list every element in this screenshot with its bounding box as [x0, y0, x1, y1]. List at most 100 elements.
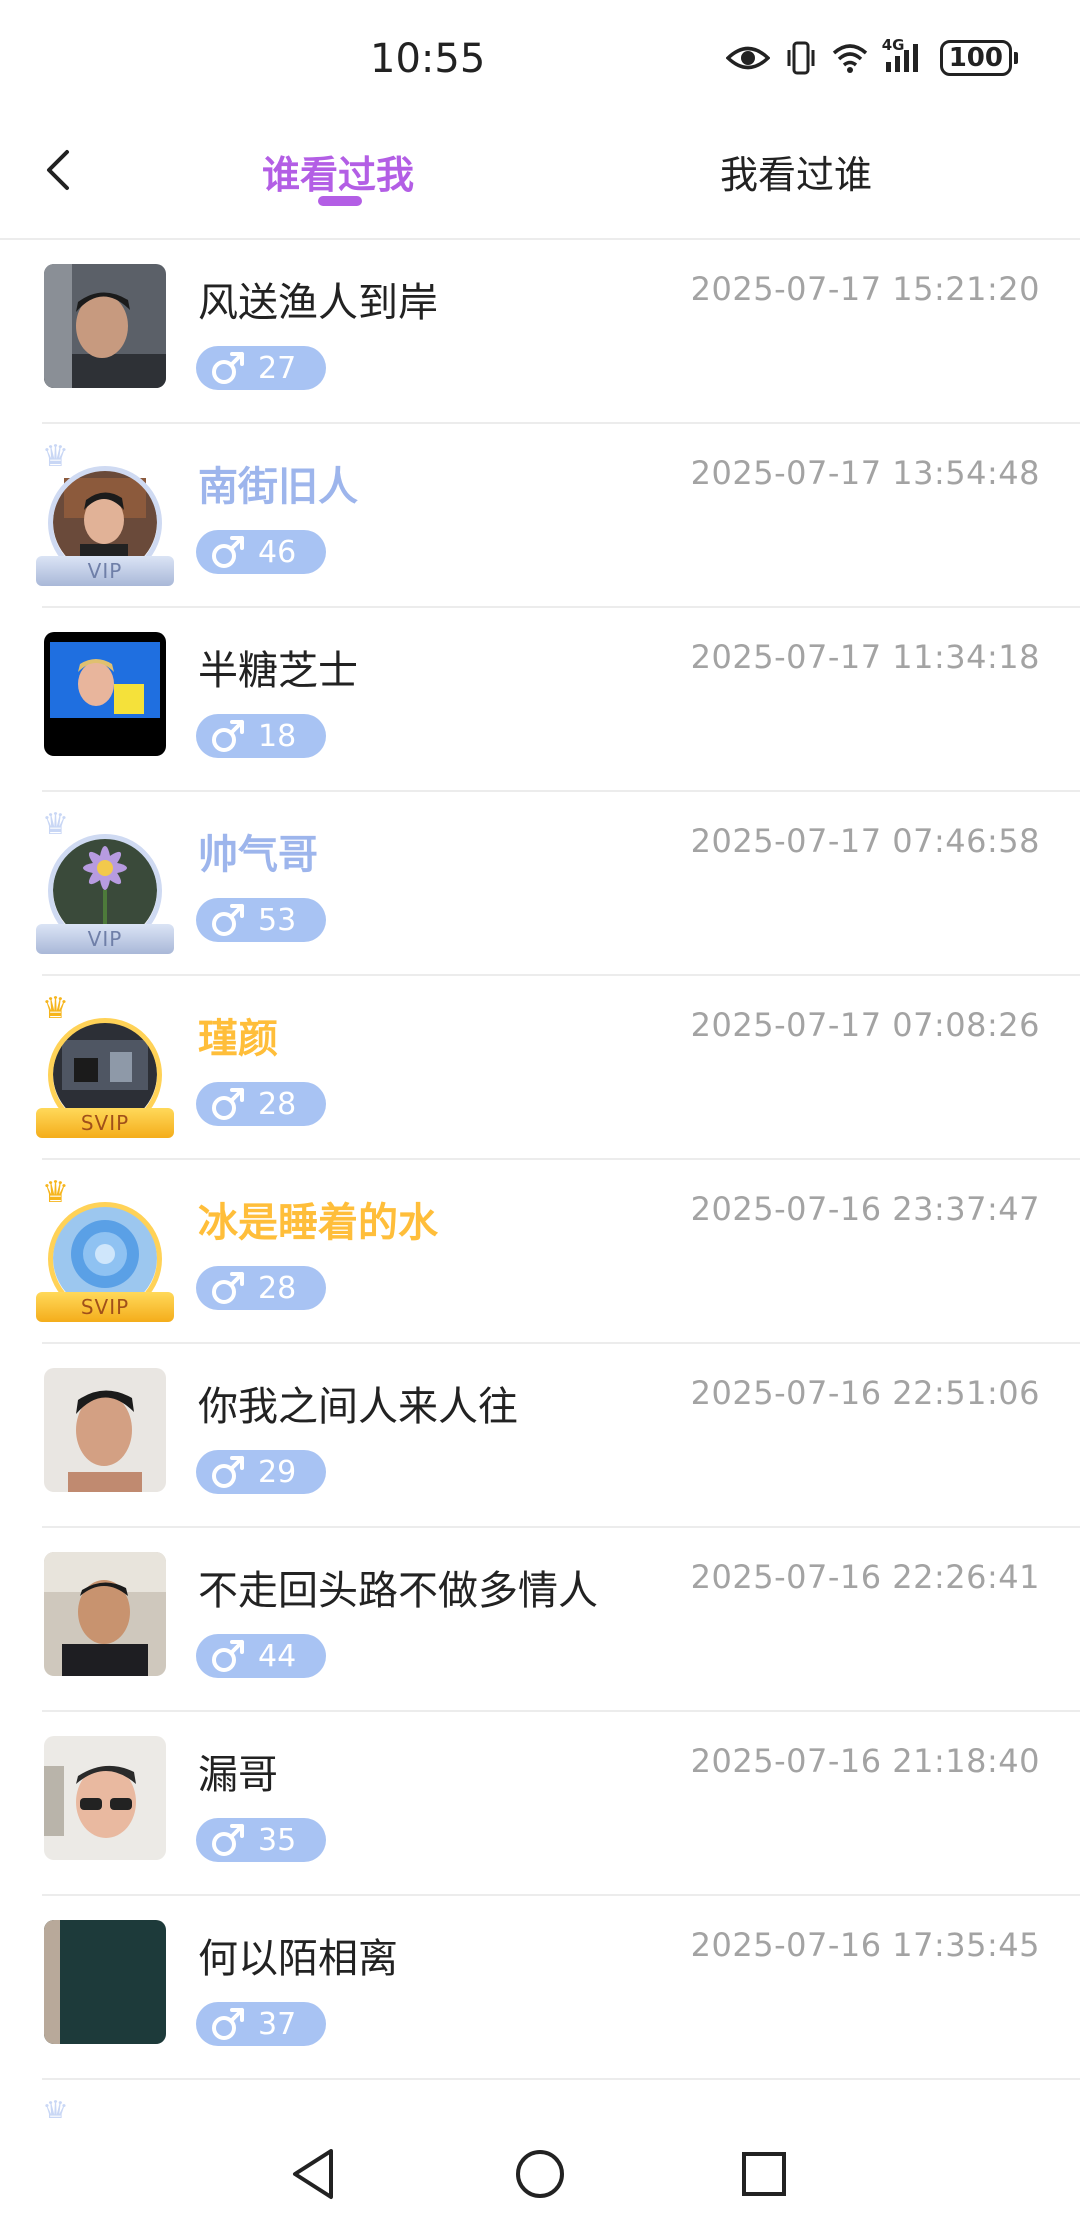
avatar[interactable] — [44, 264, 166, 392]
avatar[interactable] — [44, 632, 166, 760]
age-value: 53 — [258, 902, 297, 938]
svip-badge: SVIP — [36, 1292, 174, 1322]
age-value: 27 — [258, 350, 297, 386]
list-item[interactable]: ♛ SVIP 瑾颜 28 2025-07-17 07:08:26 — [36, 976, 1080, 1160]
age-badge: 44 — [196, 1634, 326, 1678]
age-value: 37 — [258, 2006, 297, 2042]
visitor-name: 你我之间人来人往 — [198, 1384, 518, 1430]
recents-square-icon — [742, 2152, 786, 2196]
avatar[interactable]: ♛ SVIP — [36, 994, 174, 1138]
avatar[interactable] — [44, 1552, 166, 1680]
vibrate-icon — [786, 41, 816, 75]
age-badge: 28 — [196, 1082, 326, 1126]
age-value: 29 — [258, 1454, 297, 1490]
age-badge: 53 — [196, 898, 326, 942]
visit-time: 2025-07-17 13:54:48 — [690, 454, 1040, 492]
list-item[interactable]: 何以陌相离 37 2025-07-16 17:35:45 — [42, 1896, 1080, 2080]
visit-time: 2025-07-16 22:26:41 — [690, 1558, 1040, 1596]
visitor-name: 风送渔人到岸 — [198, 280, 438, 326]
back-triangle-icon — [293, 2149, 333, 2199]
status-time: 10:55 — [370, 36, 486, 82]
visitor-name: 冰是睡着的水 — [198, 1200, 438, 1246]
age-badge: 35 — [196, 1818, 326, 1862]
tab-who-i-viewed[interactable]: 我看过谁 — [720, 144, 872, 199]
list-item[interactable]: ♛ SVIP 冰是睡着的水 28 2025-07-16 23:37:47 — [36, 1160, 1080, 1344]
avatar[interactable]: ♛ VIP — [36, 442, 174, 586]
wifi-icon — [832, 43, 868, 73]
age-badge: 46 — [196, 530, 326, 574]
visit-time: 2025-07-17 11:34:18 — [690, 638, 1040, 676]
nav-back-button[interactable] — [276, 2136, 352, 2212]
visit-time: 2025-07-16 21:18:40 — [690, 1742, 1040, 1780]
age-badge: 29 — [196, 1450, 326, 1494]
list-item[interactable]: 漏哥 35 2025-07-16 21:18:40 — [42, 1712, 1080, 1896]
eye-icon — [725, 43, 770, 73]
list-item[interactable]: ♛ VIP 帅气哥 53 2025-07-17 07:46:58 — [36, 792, 1080, 976]
age-badge: 27 — [196, 346, 326, 390]
male-icon — [212, 2008, 244, 2040]
age-value: 28 — [258, 1086, 297, 1122]
avatar[interactable] — [44, 1368, 166, 1496]
list-item[interactable]: 不走回头路不做多情人 44 2025-07-16 22:26:41 — [42, 1528, 1080, 1712]
male-icon — [212, 1640, 244, 1672]
system-nav-bar — [0, 2118, 1080, 2228]
male-icon — [212, 352, 244, 384]
male-icon — [212, 1088, 244, 1120]
visitor-name: 漏哥 — [198, 1752, 278, 1798]
header: 谁看过我 我看过谁 — [0, 120, 1080, 240]
status-icons: 4G 100 — [725, 36, 1018, 76]
battery-icon: 100 — [939, 40, 1018, 76]
avatar[interactable]: ♛ SVIP — [36, 1178, 174, 1322]
age-badge: 37 — [196, 2002, 326, 2046]
svip-crown-icon: ♛ — [42, 1175, 69, 1210]
vip-crown-icon: ♛ — [42, 2095, 69, 2119]
visit-time: 2025-07-16 22:51:06 — [690, 1374, 1040, 1412]
list-item[interactable]: ♛ VIP 南街旧人 46 2025-07-17 13:54:48 — [36, 424, 1080, 608]
list-item[interactable]: 你我之间人来人往 29 2025-07-16 22:51:06 — [42, 1344, 1080, 1528]
nav-home-button[interactable] — [502, 2136, 578, 2212]
visit-time: 2025-07-16 17:35:45 — [690, 1926, 1040, 1964]
list-item[interactable]: 半糖芝士 18 2025-07-17 11:34:18 — [42, 608, 1080, 792]
chevron-left-icon — [47, 150, 69, 190]
svip-badge: SVIP — [36, 1108, 174, 1138]
age-value: 35 — [258, 1822, 297, 1858]
visitor-name: 南街旧人 — [198, 464, 358, 510]
svip-crown-icon: ♛ — [42, 991, 69, 1026]
visit-time: 2025-07-16 23:37:47 — [690, 1190, 1040, 1228]
vip-crown-icon: ♛ — [42, 439, 69, 474]
male-icon — [212, 720, 244, 752]
visit-time: 2025-07-17 07:46:58 — [690, 822, 1040, 860]
home-circle-icon — [516, 2150, 564, 2198]
visitor-name: 何以陌相离 — [198, 1936, 398, 1982]
age-value: 18 — [258, 718, 297, 754]
visitor-list: 风送渔人到岸 27 2025-07-17 15:21:20 ♛ VIP 南街旧人… — [0, 240, 1080, 2118]
active-tab-indicator — [318, 196, 362, 206]
avatar[interactable] — [44, 1736, 166, 1864]
male-icon — [212, 1824, 244, 1856]
age-value: 44 — [258, 1638, 297, 1674]
vip-badge: VIP — [36, 924, 174, 954]
avatar[interactable]: ♛ — [42, 2098, 166, 2119]
age-badge: 28 — [196, 1266, 326, 1310]
back-button[interactable] — [30, 142, 86, 198]
age-value: 46 — [258, 534, 297, 570]
visit-time: 2025-07-17 07:08:26 — [690, 1006, 1040, 1044]
nav-recents-button[interactable] — [726, 2136, 802, 2212]
male-icon — [212, 1272, 244, 1304]
avatar[interactable] — [44, 1920, 166, 2048]
visit-time: 2025-07-17 15:21:20 — [690, 270, 1040, 308]
avatar[interactable]: ♛ VIP — [36, 810, 174, 954]
male-icon — [212, 1456, 244, 1488]
network-type: 4G — [881, 36, 905, 54]
signal-icon: 4G — [882, 36, 924, 74]
vip-badge: VIP — [36, 556, 174, 586]
status-bar: 10:55 4G 100 — [0, 0, 1080, 120]
battery-level: 100 — [939, 40, 1012, 76]
visitor-name: 半糖芝士 — [198, 648, 358, 694]
list-item[interactable]: 风送渔人到岸 27 2025-07-17 15:21:20 — [42, 240, 1080, 424]
tab-who-viewed-me[interactable]: 谁看过我 — [262, 144, 414, 199]
male-icon — [212, 904, 244, 936]
age-badge: 18 — [196, 714, 326, 758]
visitor-name: 不走回头路不做多情人 — [198, 1568, 598, 1614]
list-item-partial[interactable]: ♛ — [42, 2080, 1080, 2119]
